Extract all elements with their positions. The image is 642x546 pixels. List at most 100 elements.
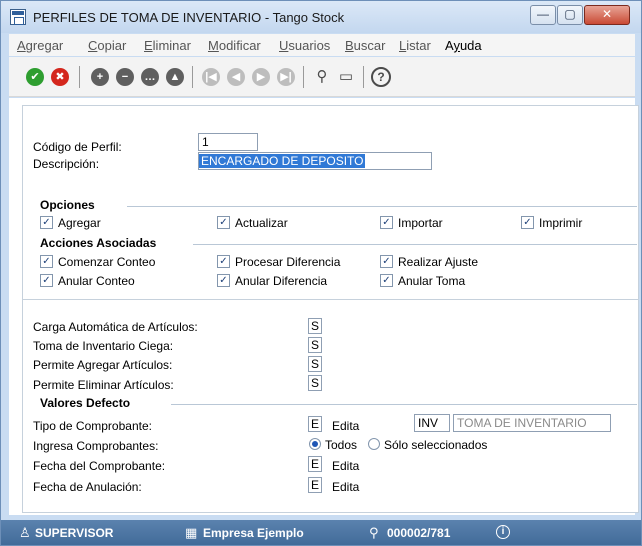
menu-mnemonic: M bbox=[208, 38, 219, 53]
accept-icon[interactable]: ✔ bbox=[26, 68, 44, 86]
fecha-anulacion-field[interactable]: E bbox=[308, 477, 322, 493]
checkbox-comenzar-conteo[interactable]: ✓ bbox=[40, 255, 53, 268]
first-icon[interactable]: |◀ bbox=[202, 68, 220, 86]
app-icon bbox=[10, 9, 26, 25]
menu-label: odificar bbox=[218, 38, 261, 53]
menu-ayuda[interactable]: Ayuda bbox=[445, 38, 482, 53]
toolbar-separator bbox=[192, 66, 193, 88]
checkbox-anular-toma[interactable]: ✓ bbox=[380, 274, 393, 287]
checkbox-realizar-ajuste[interactable]: ✓ bbox=[380, 255, 393, 268]
section-separator bbox=[23, 299, 638, 300]
menu-agregar[interactable]: Agregar bbox=[17, 38, 63, 53]
checkbox-anular-diferencia[interactable]: ✓ bbox=[217, 274, 230, 287]
checkbox-comenzar-conteo-label: Comenzar Conteo bbox=[58, 255, 156, 269]
fecha-anulacion-label: Fecha de Anulación: bbox=[33, 480, 142, 494]
checkbox-opcion-agregar[interactable]: ✓ bbox=[40, 216, 53, 229]
permite-eliminar-label: Permite Eliminar Artículos: bbox=[33, 378, 174, 392]
menu-label: uscar bbox=[353, 38, 386, 53]
checkbox-opcion-importar[interactable]: ✓ bbox=[380, 216, 393, 229]
checkbox-opcion-actualizar[interactable]: ✓ bbox=[217, 216, 230, 229]
status-company: Empresa Ejemplo bbox=[203, 526, 304, 540]
permite-agregar-label: Permite Agregar Artículos: bbox=[33, 358, 173, 372]
more-icon[interactable]: … bbox=[141, 68, 159, 86]
remove-icon[interactable]: − bbox=[116, 68, 134, 86]
next-icon[interactable]: ▶ bbox=[252, 68, 270, 86]
menu-copiar[interactable]: Copiar bbox=[88, 38, 126, 53]
close-button[interactable]: ✕ bbox=[584, 5, 630, 25]
menu-label: liminar bbox=[152, 38, 191, 53]
maximize-icon: ▢ bbox=[564, 7, 576, 21]
menu-modificar[interactable]: Modificar bbox=[208, 38, 261, 53]
app-window: PERFILES DE TOMA DE INVENTARIO - Tango S… bbox=[0, 0, 642, 546]
monitor-icon[interactable]: ▭ bbox=[336, 67, 356, 87]
carga-automatica-field[interactable]: S bbox=[308, 318, 322, 334]
form-panel: Código de Perfil: 1 Descripción: ENCARGA… bbox=[22, 105, 639, 513]
toma-ciega-field[interactable]: S bbox=[308, 337, 322, 353]
checkbox-procesar-diferencia-label: Procesar Diferencia bbox=[235, 255, 341, 269]
checkbox-anular-conteo[interactable]: ✓ bbox=[40, 274, 53, 287]
info-icon[interactable]: i bbox=[496, 525, 510, 539]
last-icon[interactable]: ▶| bbox=[277, 68, 295, 86]
building-icon: ▦ bbox=[185, 525, 198, 540]
binoculars-icon[interactable]: ⚲ bbox=[312, 67, 332, 87]
content-area: Código de Perfil: 1 Descripción: ENCARGA… bbox=[9, 98, 639, 515]
fecha-comprobante-label: Fecha del Comprobante: bbox=[33, 459, 166, 473]
help-icon[interactable]: ? bbox=[371, 67, 391, 87]
radio-solo-seleccionados-label: Sólo seleccionados bbox=[384, 438, 488, 452]
checkbox-anular-conteo-label: Anular Conteo bbox=[58, 274, 135, 288]
opciones-title: Opciones bbox=[40, 198, 95, 212]
ingresa-comprobantes-label: Ingresa Comprobantes: bbox=[33, 439, 159, 453]
menu-listar[interactable]: Listar bbox=[399, 38, 431, 53]
menu-label: istar bbox=[406, 38, 431, 53]
checkbox-anular-toma-label: Anular Toma bbox=[398, 274, 466, 288]
fecha-comprobante-field[interactable]: E bbox=[308, 456, 322, 472]
menu-mnemonic: U bbox=[279, 38, 289, 53]
descripcion-value: ENCARGADO DE DEPOSITO bbox=[199, 154, 366, 168]
tipo-comprobante-field[interactable]: E bbox=[308, 416, 322, 432]
toolbar-separator bbox=[79, 66, 80, 88]
toolbar: ✔ ✖ + − … ▲ |◀ ◀ ▶ ▶| ⚲ ▭ ? bbox=[9, 57, 635, 97]
tipo-comprobante-desc: Edita bbox=[332, 419, 360, 433]
menu-label: gregar bbox=[25, 38, 64, 53]
cancel-icon[interactable]: ✖ bbox=[51, 68, 69, 86]
menu-mnemonic: A bbox=[17, 38, 26, 53]
valores-line bbox=[171, 404, 637, 405]
add-icon[interactable]: + bbox=[91, 68, 109, 86]
menu-buscar[interactable]: Buscar bbox=[345, 38, 385, 53]
codigo-field[interactable]: 1 bbox=[198, 133, 258, 151]
previous-icon[interactable]: ◀ bbox=[227, 68, 245, 86]
minimize-icon: — bbox=[537, 7, 549, 21]
menu-mnemonic: E bbox=[144, 38, 153, 53]
menu-mnemonic: C bbox=[88, 38, 98, 53]
permite-eliminar-field[interactable]: S bbox=[308, 375, 322, 391]
fecha-comprobante-desc: Edita bbox=[332, 459, 360, 473]
toolbar-separator bbox=[363, 66, 364, 88]
window-title: PERFILES DE TOMA DE INVENTARIO - Tango S… bbox=[33, 10, 345, 25]
status-bar: ♙ SUPERVISOR ▦ Empresa Ejemplo ⚲ 000002/… bbox=[1, 520, 641, 545]
tipo-comprobante-label: Tipo de Comprobante: bbox=[33, 419, 152, 433]
codigo-label: Código de Perfil: bbox=[33, 140, 122, 154]
radio-todos[interactable] bbox=[309, 438, 321, 450]
menu-label: suarios bbox=[288, 38, 331, 53]
carga-automatica-label: Carga Automática de Artículos: bbox=[33, 320, 198, 334]
opciones-line bbox=[127, 206, 637, 207]
checkbox-realizar-ajuste-label: Realizar Ajuste bbox=[398, 255, 479, 269]
radio-solo-seleccionados[interactable] bbox=[368, 438, 380, 450]
permite-agregar-field[interactable]: S bbox=[308, 356, 322, 372]
tipo-comprobante-name: TOMA DE INVENTARIO bbox=[453, 414, 611, 432]
close-icon: ✕ bbox=[601, 7, 613, 21]
up-icon[interactable]: ▲ bbox=[166, 68, 184, 86]
minimize-button[interactable]: — bbox=[530, 5, 556, 25]
maximize-button[interactable]: ▢ bbox=[557, 5, 583, 25]
menu-mnemonic: B bbox=[345, 38, 354, 53]
menu-eliminar[interactable]: Eliminar bbox=[144, 38, 191, 53]
valores-title: Valores Defecto bbox=[40, 396, 131, 410]
checkbox-opcion-imprimir[interactable]: ✓ bbox=[521, 216, 534, 229]
tipo-comprobante-code[interactable]: INV bbox=[414, 414, 450, 432]
user-icon: ♙ bbox=[19, 525, 31, 540]
menu-bar: Agregar Copiar Eliminar Modificar Usuari… bbox=[9, 34, 635, 56]
checkbox-opcion-agregar-label: Agregar bbox=[58, 216, 101, 230]
descripcion-field[interactable]: ENCARGADO DE DEPOSITO bbox=[198, 152, 432, 170]
menu-usuarios[interactable]: Usuarios bbox=[279, 38, 330, 53]
checkbox-procesar-diferencia[interactable]: ✓ bbox=[217, 255, 230, 268]
